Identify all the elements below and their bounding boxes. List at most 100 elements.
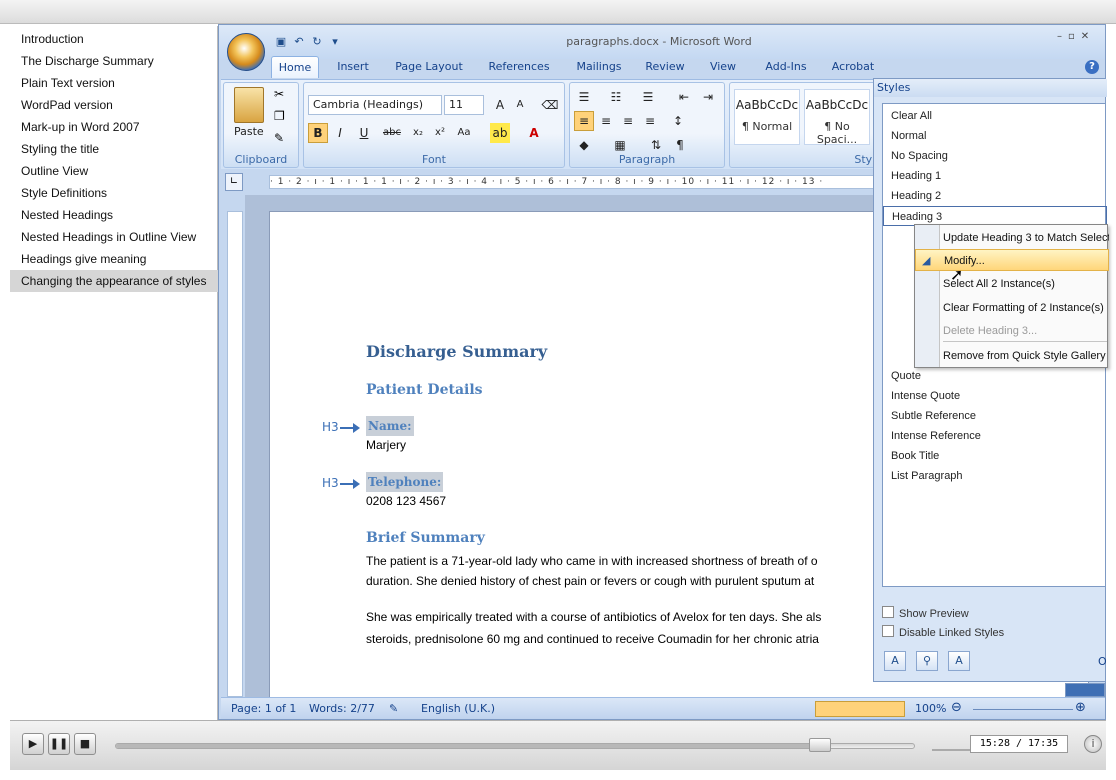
- increase-indent-icon[interactable]: ⇥: [698, 87, 718, 107]
- customize-qat-icon[interactable]: ▾: [327, 34, 343, 50]
- align-center-icon[interactable]: ≡: [596, 111, 616, 131]
- font-color-icon[interactable]: A: [524, 123, 544, 143]
- pause-icon[interactable]: ❚❚: [48, 733, 70, 755]
- italic-button[interactable]: I: [330, 123, 350, 143]
- style-item-normal[interactable]: Normal: [883, 126, 1107, 146]
- clear-format-icon[interactable]: ⌫: [540, 95, 560, 115]
- toc-item-wordpad[interactable]: WordPad version: [10, 94, 218, 116]
- seek-bar[interactable]: [115, 738, 915, 752]
- doc-paragraph-line[interactable]: She was empirically treated with a cours…: [366, 610, 821, 624]
- tab-view[interactable]: View: [699, 56, 747, 78]
- view-buttons[interactable]: [815, 701, 905, 717]
- style-item-heading-3[interactable]: Heading 3: [883, 206, 1107, 226]
- play-icon[interactable]: ▶: [22, 733, 44, 755]
- toc-item-nested-headings[interactable]: Nested Headings: [10, 204, 218, 226]
- strikethrough-button[interactable]: abc: [382, 123, 402, 143]
- change-case-button[interactable]: Aa: [454, 123, 474, 143]
- align-right-icon[interactable]: ≡: [618, 111, 638, 131]
- stop-icon[interactable]: ■: [74, 733, 96, 755]
- info-icon[interactable]: i: [1084, 735, 1102, 753]
- zoom-level[interactable]: 100%: [915, 702, 946, 715]
- highlight-icon[interactable]: ab: [490, 123, 510, 143]
- style-item-list-paragraph[interactable]: List Paragraph: [883, 466, 1107, 486]
- help-icon[interactable]: ?: [1085, 60, 1099, 74]
- undo-icon[interactable]: ↶: [291, 34, 307, 50]
- menu-item-update-style[interactable]: Update Heading 3 to Match Selection: [915, 227, 1109, 249]
- copy-icon[interactable]: ❐: [274, 109, 285, 123]
- toc-item-style-definitions[interactable]: Style Definitions: [10, 182, 218, 204]
- tab-add-ins[interactable]: Add-Ins: [757, 56, 815, 78]
- redo-icon[interactable]: ↻: [309, 34, 325, 50]
- line-spacing-icon[interactable]: ↕: [668, 111, 688, 131]
- shrink-font-icon[interactable]: A: [510, 95, 530, 115]
- disable-linked-styles-checkbox[interactable]: Disable Linked Styles: [882, 625, 1102, 639]
- toc-item-markup[interactable]: Mark-up in Word 2007: [10, 116, 218, 138]
- options-link[interactable]: O: [1098, 655, 1107, 668]
- doc-paragraph-line[interactable]: The patient is a 71-year-old lady who ca…: [366, 554, 818, 568]
- toc-item-headings-meaning[interactable]: Headings give meaning: [10, 248, 218, 270]
- underline-button[interactable]: U: [354, 123, 374, 143]
- borders-icon[interactable]: ▦: [610, 135, 630, 155]
- numbering-icon[interactable]: ☷: [606, 87, 626, 107]
- window-controls[interactable]: –▫✕: [1057, 31, 1105, 42]
- style-item-no-spacing[interactable]: No Spacing: [883, 146, 1107, 166]
- menu-item-select-all[interactable]: Select All 2 Instance(s): [915, 273, 1109, 295]
- style-item-quote[interactable]: Quote: [883, 366, 1107, 386]
- doc-paragraph-line[interactable]: steroids, prednisolone 60 mg and continu…: [366, 632, 819, 646]
- tab-insert[interactable]: Insert: [327, 56, 379, 78]
- justify-icon[interactable]: ≡: [640, 111, 660, 131]
- zoom-slider[interactable]: [973, 709, 1073, 710]
- manage-styles-icon[interactable]: A: [948, 651, 970, 671]
- doc-heading-brief-summary[interactable]: Brief Summary: [366, 530, 485, 546]
- doc-telephone-value[interactable]: 0208 123 4567: [366, 494, 446, 508]
- sort-icon[interactable]: ⇅: [646, 135, 666, 155]
- menu-item-clear-formatting[interactable]: Clear Formatting of 2 Instance(s): [915, 297, 1109, 319]
- superscript-button[interactable]: x²: [430, 123, 450, 143]
- bold-button[interactable]: B: [308, 123, 328, 143]
- style-item-intense-quote[interactable]: Intense Quote: [883, 386, 1107, 406]
- tab-mailings[interactable]: Mailings: [567, 56, 631, 78]
- zoom-in-icon[interactable]: ⊕: [1075, 700, 1086, 715]
- tab-references[interactable]: References: [479, 56, 559, 78]
- multilevel-icon[interactable]: ☰: [638, 87, 658, 107]
- proofing-icon[interactable]: ✎: [389, 702, 398, 715]
- seek-thumb[interactable]: [809, 738, 831, 752]
- style-item-intense-reference[interactable]: Intense Reference: [883, 426, 1107, 446]
- vertical-ruler[interactable]: [227, 211, 243, 697]
- shading-icon[interactable]: ◆: [574, 135, 594, 155]
- toc-item-discharge-summary[interactable]: The Discharge Summary: [10, 50, 218, 72]
- doc-heading-name[interactable]: Name:: [366, 416, 414, 436]
- doc-name-value[interactable]: Marjery: [366, 438, 406, 452]
- tab-selector-icon[interactable]: ∟: [225, 173, 243, 191]
- status-language[interactable]: English (U.K.): [421, 702, 495, 715]
- menu-item-modify[interactable]: ◢ Modify...: [915, 249, 1109, 271]
- style-item-subtle-reference[interactable]: Subtle Reference: [883, 406, 1107, 426]
- new-style-icon[interactable]: A: [884, 651, 906, 671]
- tab-page-layout[interactable]: Page Layout: [389, 56, 469, 78]
- toc-item-nested-outline[interactable]: Nested Headings in Outline View: [10, 226, 218, 248]
- quick-style-normal[interactable]: AaBbCcDc ¶ Normal: [734, 89, 800, 145]
- status-words[interactable]: Words: 2/77: [309, 702, 375, 715]
- tab-home[interactable]: Home: [271, 56, 319, 78]
- tab-review[interactable]: Review: [637, 56, 693, 78]
- office-button[interactable]: [227, 33, 265, 71]
- style-item-heading-1[interactable]: Heading 1: [883, 166, 1107, 186]
- bullets-icon[interactable]: ☰: [574, 87, 594, 107]
- horizontal-ruler[interactable]: · 1 · 2 · ı · 1 · ı · 1 · 1 · ı · 2 · ı …: [269, 175, 889, 189]
- grow-font-icon[interactable]: A: [490, 95, 510, 115]
- menu-item-remove-gallery[interactable]: Remove from Quick Style Gallery: [915, 345, 1109, 367]
- paste-label[interactable]: Paste: [234, 125, 264, 138]
- tab-acrobat[interactable]: Acrobat: [823, 56, 883, 78]
- toc-item-styling-title[interactable]: Styling the title: [10, 138, 218, 160]
- style-inspector-icon[interactable]: ⚲: [916, 651, 938, 671]
- show-marks-icon[interactable]: ¶: [670, 135, 690, 155]
- doc-paragraph-line[interactable]: duration. She denied history of chest pa…: [366, 574, 814, 588]
- style-item-clear-all[interactable]: Clear All: [883, 106, 1107, 126]
- doc-title[interactable]: Discharge Summary: [366, 342, 547, 361]
- quick-style-no-spacing[interactable]: AaBbCcDc ¶ No Spaci...: [804, 89, 870, 146]
- font-size-dropdown[interactable]: 11: [444, 95, 484, 115]
- font-name-dropdown[interactable]: Cambria (Headings): [308, 95, 442, 115]
- style-item-heading-2[interactable]: Heading 2: [883, 186, 1107, 206]
- show-preview-checkbox[interactable]: Show Preview: [882, 606, 1102, 620]
- toc-item-outline-view[interactable]: Outline View: [10, 160, 218, 182]
